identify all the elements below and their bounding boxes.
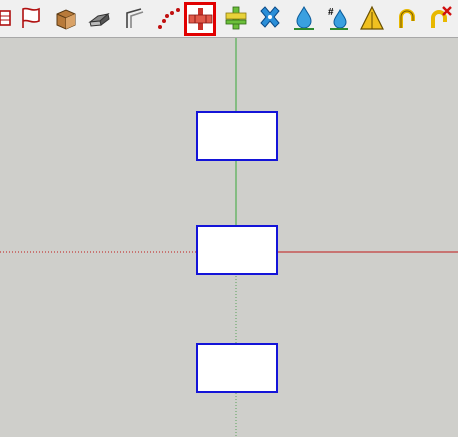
rotate-cancel-icon[interactable] — [426, 4, 454, 32]
rotate-arc-icon[interactable] — [392, 4, 420, 32]
rectangle-bottom[interactable] — [196, 343, 278, 393]
rectangle-middle[interactable] — [196, 225, 278, 275]
water-drop-icon[interactable] — [290, 4, 318, 32]
section-flag-icon[interactable] — [17, 4, 45, 32]
drawing-canvas[interactable] — [0, 38, 458, 437]
green-cross-icon[interactable] — [222, 4, 250, 32]
red-cross-array-icon[interactable] — [184, 2, 216, 36]
dots-curve-icon[interactable] — [155, 4, 183, 32]
box-3d-icon[interactable] — [52, 4, 80, 32]
toolbar: # — [0, 0, 458, 38]
extrude-icon[interactable] — [86, 4, 114, 32]
numbered-drop-icon[interactable]: # — [324, 4, 352, 32]
section-plane-icon[interactable] — [0, 4, 14, 32]
rectangle-top[interactable] — [196, 111, 278, 161]
blue-x-icon[interactable] — [256, 4, 284, 32]
svg-text:#: # — [328, 7, 334, 18]
triangle-warning-icon[interactable] — [358, 4, 386, 32]
offset-icon[interactable] — [121, 4, 149, 32]
